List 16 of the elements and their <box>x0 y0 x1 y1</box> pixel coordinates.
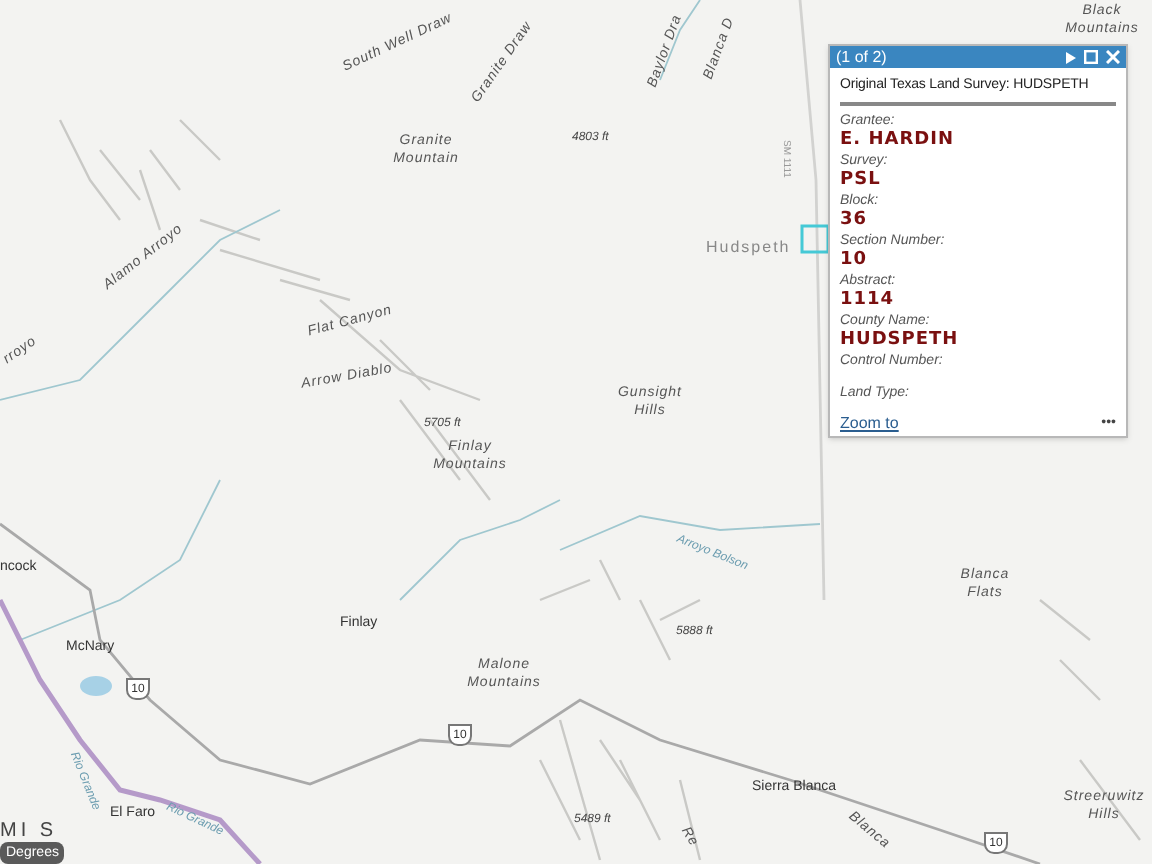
field-value: 36 <box>840 210 868 230</box>
next-icon[interactable] <box>1064 51 1076 63</box>
field-value: 10 <box>840 250 868 270</box>
field-value: 1114 <box>840 290 895 310</box>
selection-highlight <box>800 224 830 254</box>
field-value: PSL <box>840 170 881 190</box>
maximize-icon[interactable] <box>1084 50 1098 64</box>
close-icon[interactable] <box>1106 50 1120 64</box>
map-label: Hudspeth <box>706 236 791 260</box>
pager-label: (1 of 2) <box>836 49 889 65</box>
scale-label: MI S <box>0 818 58 846</box>
lake-drawing <box>80 676 112 696</box>
zoom-to-link[interactable]: Zoom to <box>840 415 899 431</box>
field-value: E. HARDIN <box>840 130 954 150</box>
field-value: HUDSPETH <box>840 330 959 350</box>
map-background[interactable] <box>0 0 1152 864</box>
